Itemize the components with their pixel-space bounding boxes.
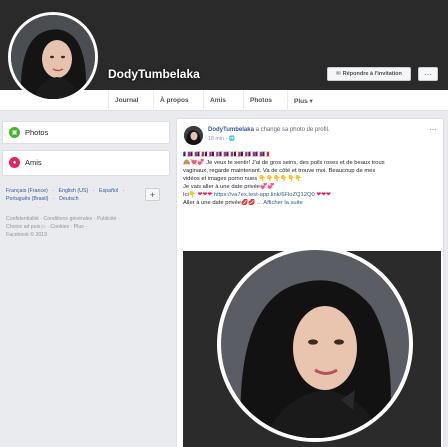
photos-label: Photos	[25, 128, 49, 137]
more-options-button[interactable]: ···	[418, 67, 438, 81]
profile-name[interactable]: DodyTumbelaka	[108, 67, 200, 81]
post-line-flags: 🇫🇷🇫🇷🇫🇷🇫🇷🇫🇷🇫🇷🇫🇷🇫🇷🇫🇷🇫🇷🇫🇷🇫🇷	[183, 152, 270, 158]
friends-icon: ●	[9, 157, 20, 168]
emoji-red-hearts: ❤❤❤	[197, 192, 213, 198]
photos-icon: ▣	[9, 127, 20, 138]
post-author-avatar[interactable]	[184, 126, 203, 145]
emoji-pointing-down: 👇👇👇👇👇👇	[258, 176, 303, 182]
feed-post: DodyTumbelaka a changé sa photo de profi…	[176, 118, 444, 447]
post-header: DodyTumbelaka a changé sa photo de profi…	[208, 127, 330, 133]
post-line-2: Je veux te sentir! J'ai de gros seins, d…	[204, 160, 385, 166]
post-line-7: Aller à une date privée	[183, 200, 242, 206]
friends-card[interactable]: ● Amis	[2, 150, 170, 176]
profile-photo-image	[11, 15, 95, 99]
tab-photos[interactable]: Photos	[243, 90, 278, 111]
post-line-5: Je vais aller à une date privée	[183, 184, 261, 190]
new-profile-photo	[217, 246, 413, 442]
emoji-point: 👇	[188, 192, 197, 198]
footer-line-1[interactable]: Confidentialité · Conditions générales ·…	[6, 215, 156, 223]
tab-more[interactable]: Plus ▾	[287, 90, 319, 111]
lang-spanish[interactable]: Español	[99, 188, 118, 194]
post-line-4: vidéos et images porno nues	[183, 176, 258, 182]
tab-friends[interactable]: Amis	[203, 90, 232, 111]
emoji-hearts: 🙈💘💞	[183, 160, 205, 166]
post-body: 🇫🇷🇫🇷🇫🇷🇫🇷🇫🇷🇫🇷🇫🇷🇫🇷🇫🇷🇫🇷🇫🇷🇫🇷 🙈💘💞 Je veux te …	[183, 151, 441, 207]
post-line-3: vaginaux, regarde maintenant. Va de côté…	[183, 168, 376, 174]
tab-about[interactable]: À propos	[153, 90, 195, 111]
see-more-link[interactable]: ... Afficher la suite	[257, 200, 303, 206]
lang-portuguese[interactable]: Português (Brasil)	[6, 196, 48, 202]
reply-invitation-button[interactable]: ✉ Répondre à l'invitation	[327, 67, 411, 81]
profile-photo-large	[221, 250, 409, 438]
lang-german[interactable]: Deutsch	[59, 196, 78, 202]
lang-sep: ·	[52, 188, 55, 194]
lang-sep: ·	[92, 188, 95, 194]
post-author-name[interactable]: DodyTumbelaka	[208, 127, 254, 133]
photos-card[interactable]: ▣ Photos	[2, 121, 170, 144]
lang-sep: ·	[52, 196, 55, 202]
globe-icon: 🌐	[228, 136, 236, 142]
friends-label: Amis	[25, 158, 42, 167]
add-language-button[interactable]: +	[145, 188, 160, 201]
profile-picture[interactable]	[8, 12, 98, 102]
avatar-image	[184, 126, 203, 145]
post-action: a changé sa photo de profil.	[253, 127, 330, 133]
reply-invitation-label: Répondre à l'invitation	[342, 71, 402, 77]
lang-english[interactable]: English (US)	[59, 188, 89, 194]
emoji-hearts-2: 💞💞	[260, 184, 275, 190]
footer-links: Confidentialité · Conditions générales ·…	[6, 215, 156, 239]
emoji-kiss: 💋💋	[241, 200, 256, 206]
lang-french[interactable]: Français (France)	[6, 188, 48, 194]
tab-timeline[interactable]: Journal	[108, 90, 144, 111]
post-image[interactable]	[183, 229, 441, 447]
reply-icon: ✉	[336, 71, 341, 77]
lang-sep: ·	[122, 188, 125, 194]
post-link[interactable]: https://va7ex.test-app.link/6FloZQ12Q0	[214, 192, 315, 198]
footer-line-2[interactable]: Choice ad puis ▷ · Cookies · Plus ·	[6, 223, 156, 231]
emoji-red-hearts-2: ❤❤❤	[316, 192, 331, 198]
post-timestamp[interactable]: 18 min · 🌐	[208, 136, 235, 142]
copyright: Facebook © 2019	[6, 232, 48, 238]
language-links: Français (France) · English (US) · Españ…	[6, 187, 136, 203]
post-menu-button[interactable]: ···	[429, 125, 437, 134]
